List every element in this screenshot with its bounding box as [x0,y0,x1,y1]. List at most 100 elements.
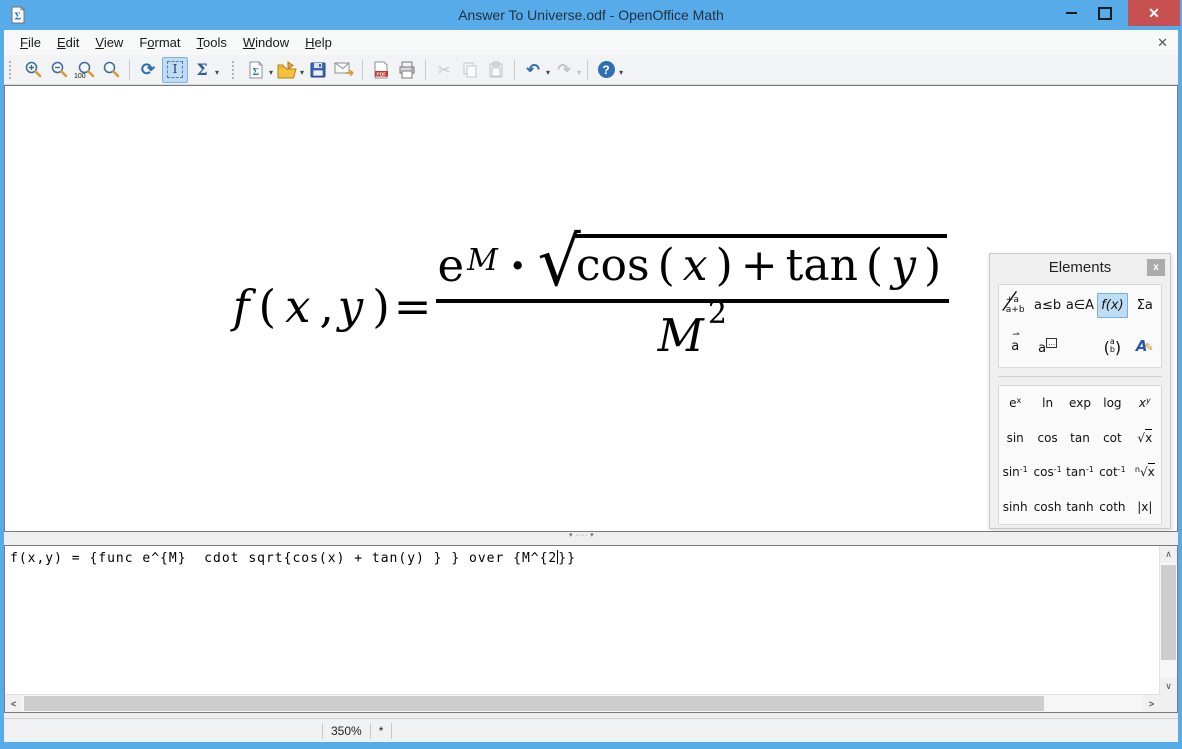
menu-item-window[interactable]: Window [235,30,297,55]
elements-close-button[interactable]: x [1147,259,1165,276]
function-ln[interactable]: ln [1042,396,1053,410]
paste-button [484,58,508,82]
update-view-button[interactable]: ⟳ [136,58,160,82]
zoom-button[interactable] [99,58,123,82]
menu-item-edit[interactable]: Edit [49,30,87,55]
function-sin[interactable]: sin [1007,431,1024,445]
function-arctan[interactable]: tan-1 [1066,465,1094,479]
print-button[interactable] [395,58,419,82]
function-sqrt[interactable]: √x [1137,431,1152,445]
minimize-button[interactable] [1056,0,1086,26]
zoom-in-button[interactable] [21,58,45,82]
menu-item-tools[interactable]: Tools [189,30,235,55]
scroll-down-button[interactable]: ∨ [1160,678,1177,695]
horizontal-scrollbar[interactable]: < > [5,694,1160,712]
zoom-level[interactable]: 350% [323,724,370,738]
function-abs[interactable]: |x| [1137,500,1152,514]
function-sinh[interactable]: sinh [1003,500,1028,514]
command-editor: f(x,y) = {func e^{M} cdot sqrt{cos(x) + … [4,545,1178,713]
copy-button [458,58,482,82]
unary-binary-icon: ╱ +a a+b [1006,296,1025,315]
close-button[interactable]: ✕ [1128,0,1180,26]
function-exp[interactable]: exp [1069,396,1091,410]
email-button[interactable] [332,58,356,82]
function-cos[interactable]: cos [1037,431,1057,445]
scroll-left-button[interactable]: < [5,695,22,712]
function-e-x[interactable]: ex [1009,396,1021,410]
category-functions[interactable]: f(x) [1097,293,1127,318]
function-x-y[interactable]: xy [1139,396,1151,410]
formula-view[interactable]: f(x,y)= eM · √ cos(x)+tan(y) M2 Elements… [4,85,1178,532]
category-unary-binary-operators[interactable]: ╱ +a a+b [1006,296,1025,315]
category-others[interactable]: a… [1038,339,1057,355]
menu-bar: FileEditViewFormatToolsWindowHelp ✕ [4,30,1178,55]
chevron-left-icon: < [11,699,16,709]
redo-icon: ↷ [557,60,570,80]
category-attributes[interactable]: ⇀ a [1011,340,1019,353]
function-coth[interactable]: coth [1099,500,1125,514]
horizontal-scrollbar-thumb[interactable] [24,696,1044,711]
elements-categories: ╱ +a a+b a≤b a∈A f(x) Σa ⇀ a a… [998,284,1162,368]
function-arcsin[interactable]: sin-1 [1003,465,1028,479]
function-cosh[interactable]: cosh [1034,500,1062,514]
toolbar-grip[interactable] [232,61,237,79]
splitter-arrow-icon: ▾ [569,532,573,539]
toolbar-grip[interactable] [9,61,14,79]
function-log[interactable]: log [1103,396,1121,410]
scroll-up-button[interactable]: ∧ [1160,546,1177,563]
category-brackets[interactable]: (ab) [1104,338,1122,356]
formula-fraction: eM · √ cos(x)+tan(y) M2 [436,234,950,362]
function-tanh[interactable]: tanh [1066,500,1093,514]
open-dropdown[interactable]: ▾ [300,68,304,77]
toolbar-separator [587,60,588,80]
undo-button[interactable]: ↶ [521,58,545,82]
toolbar-overflow-button[interactable]: ▾ [619,68,623,77]
new-document-dropdown[interactable]: ▾ [269,68,273,77]
elements-panel: Elements x ╱ +a a+b a≤b a∈A f(x) Σa ⇀ a [989,253,1171,529]
undo-icon: ↶ [526,60,539,80]
formula-numerator: eM · √ cos(x)+tan(y) [436,234,950,299]
scroll-right-button[interactable]: > [1143,695,1160,712]
modified-indicator: * [371,724,392,738]
help-button[interactable]: ? [594,58,618,82]
new-document-button[interactable]: Σ [244,58,268,82]
menu-item-file[interactable]: File [12,30,49,55]
splitter-handle[interactable]: ▾ ····· ▾ [569,532,594,539]
function-tan[interactable]: tan [1070,431,1090,445]
menu-item-help[interactable]: Help [297,30,340,55]
toolbar-separator [514,60,515,80]
function-arccot[interactable]: cot-1 [1099,465,1126,479]
open-button[interactable] [275,58,299,82]
vertical-scrollbar-thumb[interactable] [1161,565,1176,660]
function-cot[interactable]: cot [1103,431,1122,445]
save-button[interactable] [306,58,330,82]
formula-cursor-button[interactable]: I [162,57,188,83]
symbols-catalog-button[interactable]: Σ [190,58,214,82]
category-relations[interactable]: a≤b [1034,299,1061,312]
function-nroot[interactable]: n√x [1135,465,1155,479]
close-document-icon[interactable]: ✕ [1157,30,1168,55]
category-set-operations[interactable]: a∈A [1066,299,1094,312]
zoom-out-button[interactable] [47,58,71,82]
app-window: Σ Answer To Universe.odf - OpenOffice Ma… [0,0,1182,749]
function-arccos[interactable]: cos-1 [1034,465,1062,479]
cut-icon: ✂ [438,61,451,79]
category-formats[interactable]: A✎ [1136,339,1154,354]
elements-separator [998,376,1162,377]
export-pdf-button[interactable]: PDF [369,58,393,82]
maximize-button[interactable] [1090,0,1120,26]
zoom-100-button[interactable]: 100 [73,58,97,82]
category-operators[interactable]: Σa [1137,299,1153,312]
zoom-out-icon [50,60,69,79]
menu-item-format[interactable]: Format [131,30,188,55]
close-icon: ✕ [1148,5,1160,22]
undo-dropdown[interactable]: ▾ [546,68,550,77]
vertical-scrollbar[interactable]: ∧ ∨ [1159,546,1177,695]
command-input[interactable]: f(x,y) = {func e^{M} cdot sqrt{cos(x) + … [5,546,1160,695]
menu-item-view[interactable]: View [87,30,131,55]
functions-grid: ex ln explog xy sincostancot √x sin-1 cos-1 tan-… [998,385,1162,525]
copy-icon [461,61,479,79]
zoom-icon [102,60,121,79]
splitter[interactable]: ▾ ····· ▾ [4,532,1178,545]
toolbar-overflow-button[interactable]: ▾ [215,68,219,77]
